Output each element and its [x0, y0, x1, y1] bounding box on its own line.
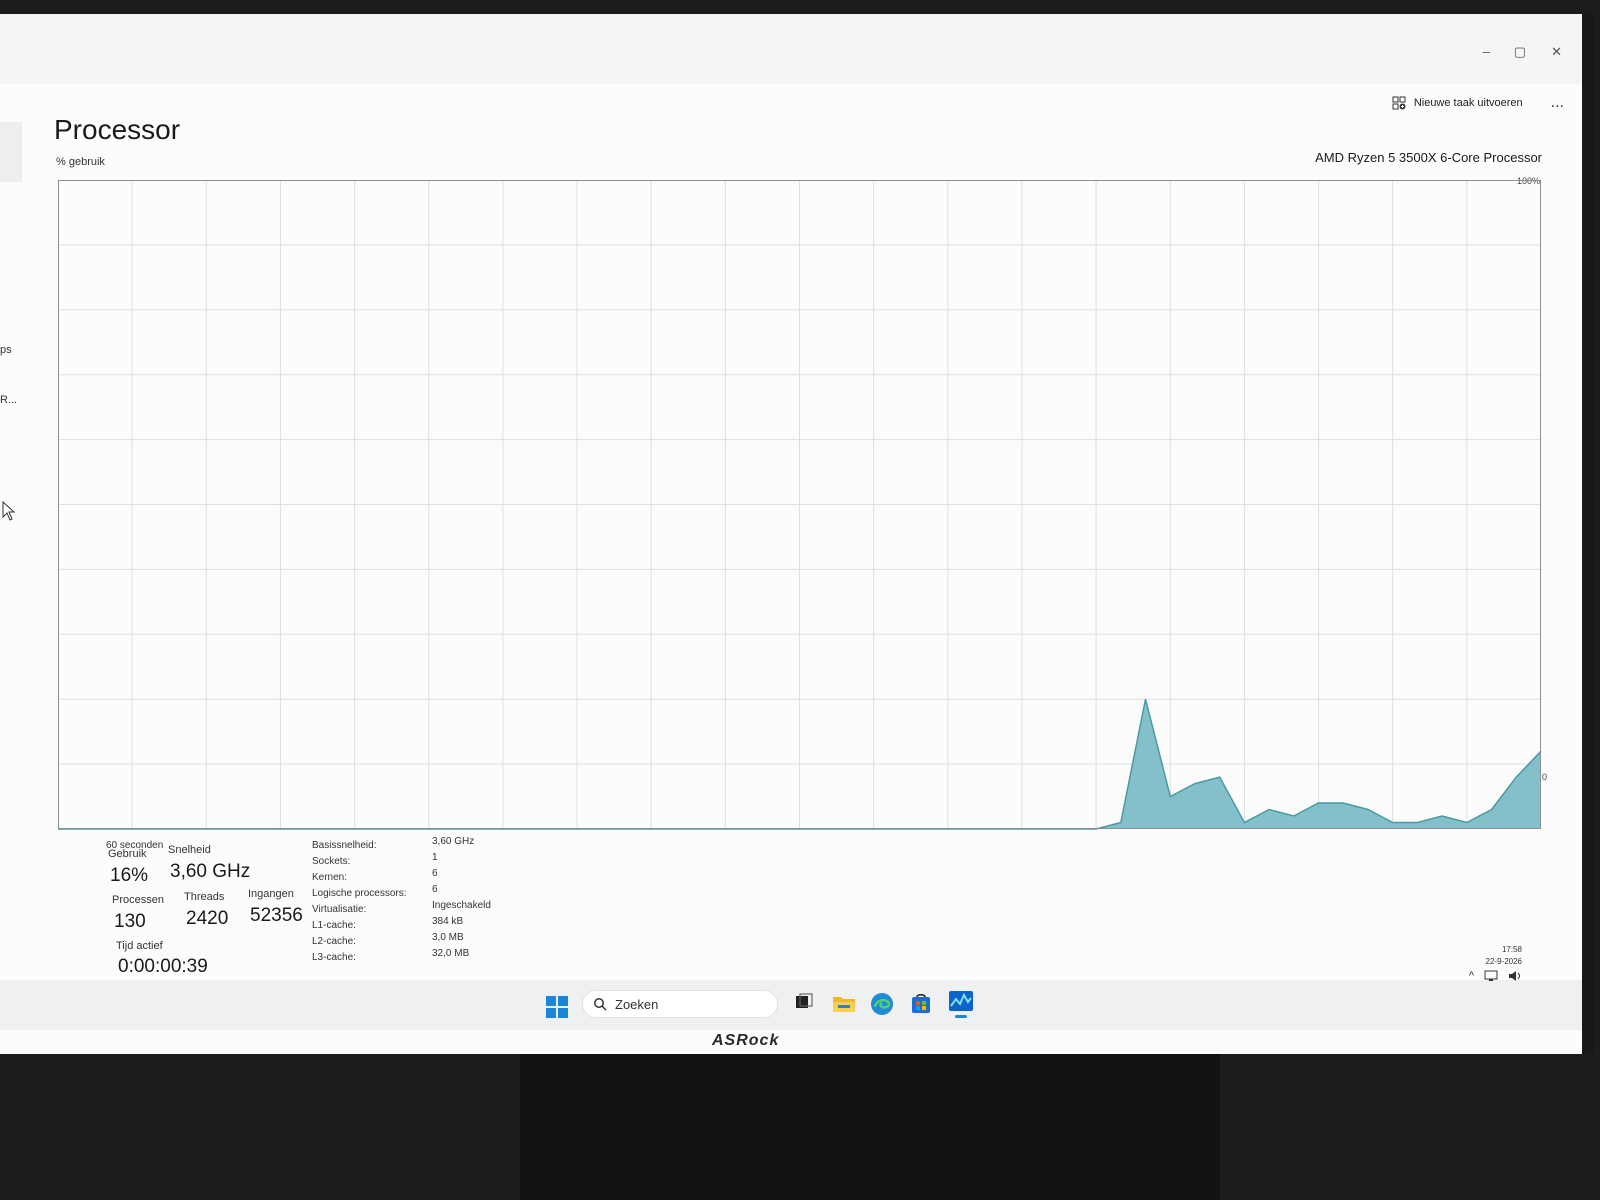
minimize-button[interactable]: – — [1483, 44, 1490, 59]
uptime-label: Tijd actief — [116, 940, 163, 952]
chart-y-label: % gebruik — [56, 156, 105, 168]
threads-label: Threads — [184, 891, 225, 903]
clock-time: 17:58 — [1501, 945, 1522, 954]
speed-label: Snelheid — [168, 844, 211, 856]
title-bar: – ▢ ✕ — [0, 14, 1582, 84]
spec-key-l3-cache: L3-cache: — [312, 952, 356, 963]
network-icon[interactable] — [1484, 970, 1498, 982]
monitor-stand — [520, 1054, 1220, 1200]
system-tray: ^ — [1469, 970, 1522, 982]
taskbar: Zoeken — [0, 980, 1582, 1030]
run-new-task-button[interactable]: Nieuwe taak uitvoeren — [1392, 96, 1523, 110]
task-view-icon[interactable] — [794, 992, 814, 1012]
search-icon — [594, 998, 607, 1011]
windows-start-icon[interactable] — [546, 996, 568, 1018]
chart-y-min-label: 0 — [1542, 772, 1548, 782]
handles-label: Ingangen — [248, 888, 294, 900]
spec-key-sockets: Sockets: — [312, 856, 351, 867]
task-manager-icon[interactable] — [948, 989, 974, 1019]
chart-grid — [58, 180, 1541, 829]
run-task-icon — [1392, 96, 1406, 110]
monitor-screen: – ▢ ✕ Nieuwe taak uitvoeren ... ps R... … — [0, 14, 1594, 1054]
threads-value: 2420 — [186, 908, 229, 929]
spec-value-sockets: 1 — [432, 852, 438, 863]
uptime-value: 0:00:00:39 — [118, 956, 208, 977]
spec-value-l2-cache: 3,0 MB — [432, 932, 464, 943]
sidebar-item-fragment[interactable]: ps — [0, 344, 12, 356]
processes-value: 130 — [114, 911, 146, 932]
spec-value-l3-cache: 32,0 MB — [432, 948, 470, 959]
spec-key-l1-cache: L1-cache: — [312, 920, 356, 931]
handles-value: 52356 — [250, 905, 303, 926]
volume-icon[interactable] — [1508, 970, 1522, 982]
search-placeholder: Zoeken — [615, 996, 659, 1012]
clock-date: 22-9-2026 — [1485, 957, 1522, 966]
close-button[interactable]: ✕ — [1551, 44, 1562, 60]
spec-value-virtualization: Ingeschakeld — [432, 900, 491, 911]
processes-label: Processen — [112, 894, 164, 906]
page-title: Processor — [54, 114, 181, 145]
taskbar-clock[interactable]: 17:58 22-9-2026 — [1486, 944, 1522, 968]
microsoft-store-icon[interactable] — [910, 992, 932, 1014]
maximize-button[interactable]: ▢ — [1514, 44, 1526, 60]
spec-value-logical-processors: 6 — [432, 884, 438, 895]
spec-value-cores: 6 — [432, 868, 438, 879]
speed-value: 3,60 GHz — [170, 861, 251, 882]
more-options-button[interactable]: ... — [1551, 94, 1564, 112]
usage-value: 16% — [110, 865, 149, 886]
edge-browser-icon[interactable] — [870, 992, 894, 1016]
sidebar-selected-item[interactable] — [0, 122, 22, 182]
spec-key-l2-cache: L2-cache: — [312, 936, 356, 947]
spec-key-virtualization: Virtualisatie: — [312, 904, 367, 915]
monitor-brand-logo: ASRock — [712, 1032, 780, 1049]
spec-key-logical-processors: Logische processors: — [312, 888, 407, 899]
spec-value-base-speed: 3,60 GHz — [432, 836, 475, 847]
cpu-model-name: AMD Ryzen 5 3500X 6-Core Processor — [1315, 150, 1542, 165]
cpu-usage-chart — [58, 180, 1542, 830]
mouse-cursor-icon — [2, 501, 16, 521]
command-bar: Nieuwe taak uitvoeren ... — [1392, 94, 1564, 112]
run-new-task-label: Nieuwe taak uitvoeren — [1413, 97, 1523, 109]
sidebar-item-fragment[interactable]: R... — [0, 394, 17, 406]
taskbar-search-input[interactable]: Zoeken — [582, 990, 778, 1018]
usage-label: Gebruik — [108, 848, 147, 860]
spec-key-cores: Kernen: — [312, 872, 348, 883]
file-explorer-icon[interactable] — [832, 992, 856, 1014]
spec-value-l1-cache: 384 kB — [432, 916, 464, 927]
chevron-up-icon[interactable]: ^ — [1469, 970, 1474, 982]
spec-key-base-speed: Basissnelheid: — [312, 840, 377, 851]
